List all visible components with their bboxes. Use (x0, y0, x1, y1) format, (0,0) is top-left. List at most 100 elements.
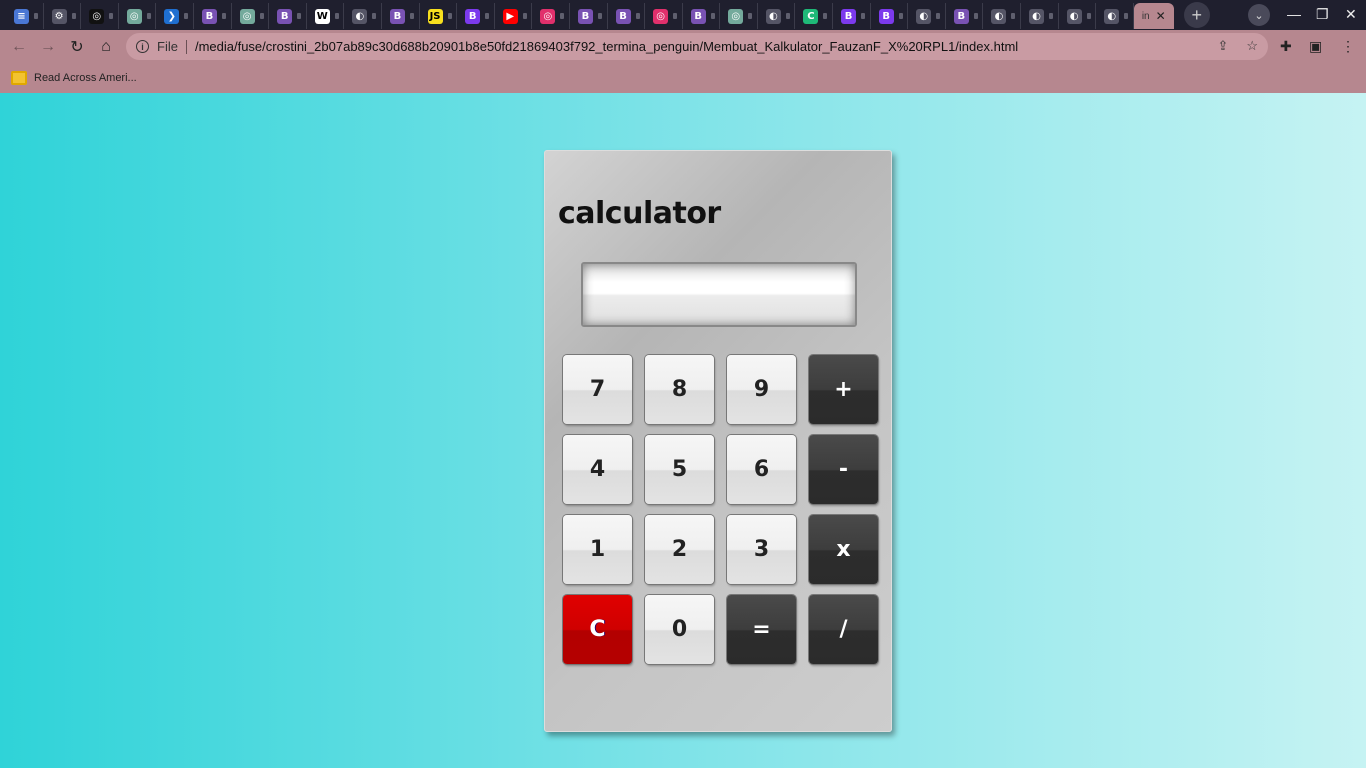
browser-tab[interactable]: ◐ (1059, 3, 1097, 29)
tab-title-fragment (1011, 13, 1016, 19)
browser-tab[interactable]: ◎ (720, 3, 758, 29)
key-3[interactable]: 3 (727, 515, 796, 584)
browser-tab[interactable]: ◐ (908, 3, 946, 29)
browser-tab[interactable]: B (457, 3, 495, 29)
browser-tab[interactable]: W (307, 3, 345, 29)
tab-title-fragment (1124, 13, 1129, 19)
tab-title-fragment (1049, 13, 1054, 19)
key-divide[interactable]: / (809, 595, 878, 664)
key-minus[interactable]: - (809, 435, 878, 504)
bookmark-item[interactable]: Read Across Ameri... (11, 71, 137, 85)
active-tab[interactable]: in ✕ (1133, 3, 1174, 29)
close-window-icon[interactable]: ✕ (1345, 6, 1357, 23)
restore-icon[interactable]: ❐ (1316, 6, 1329, 23)
back-button[interactable]: ← (5, 33, 33, 61)
browser-tab[interactable]: ◎ (232, 3, 270, 29)
browser-tab[interactable]: ❯ (156, 3, 194, 29)
browser-tab[interactable]: ◐ (1021, 3, 1059, 29)
browser-tab[interactable]: B (683, 3, 721, 29)
browser-tab[interactable]: B (871, 3, 909, 29)
browser-tab[interactable]: ◎ (119, 3, 157, 29)
browser-tab[interactable]: ◎ (81, 3, 119, 29)
bootstrap-icon: B (277, 8, 293, 24)
bootstrap-icon: B (841, 8, 857, 24)
browser-tab[interactable]: ◐ (758, 3, 796, 29)
key-4[interactable]: 4 (563, 435, 632, 504)
tab-title-fragment (673, 13, 678, 19)
bookmark-label: Read Across Ameri... (34, 72, 137, 84)
tab-title-fragment (1086, 13, 1091, 19)
key-9[interactable]: 9 (727, 355, 796, 424)
globe-icon: ◐ (991, 8, 1007, 24)
page-content: calculator 7 8 9 +4 5 6- 1 2 3 x C 0 = / (0, 93, 1366, 768)
new-tab-button[interactable]: + (1183, 2, 1210, 28)
browser-toolbar: ← → ↻ ⌂ i File /media/fuse/crostini_2b07… (0, 30, 1366, 63)
tab-title-fragment (409, 13, 414, 19)
javascript-icon: JS (427, 8, 443, 24)
tab-title-fragment (522, 13, 527, 19)
key-5[interactable]: 5 (645, 435, 714, 504)
side-panel-icon[interactable]: ▣ (1309, 38, 1322, 55)
browser-tab[interactable]: B (269, 3, 307, 29)
browser-tab[interactable]: B (570, 3, 608, 29)
bootstrap-icon: B (577, 8, 593, 24)
browser-tab[interactable]: C (795, 3, 834, 29)
browser-tab[interactable]: ◐ (1096, 3, 1134, 29)
minimize-icon[interactable]: — (1287, 6, 1301, 22)
key-6[interactable]: 6 (727, 435, 796, 504)
browser-tab[interactable]: ◐ (344, 3, 382, 29)
tab-title-fragment (785, 13, 790, 19)
bootstrap-icon: B (878, 8, 894, 24)
key-2[interactable]: 2 (645, 515, 714, 584)
forward-button[interactable]: → (34, 33, 62, 61)
bootstrap-icon: B (201, 8, 217, 24)
menu-icon[interactable]: ⋮ (1341, 38, 1355, 55)
key-clear[interactable]: C (563, 595, 632, 664)
home-button[interactable]: ⌂ (92, 33, 120, 61)
bootstrap-icon: B (465, 8, 481, 24)
browser-tab[interactable]: B (833, 3, 871, 29)
browser-tab[interactable]: ◎ (532, 3, 570, 29)
browser-tab[interactable]: B (194, 3, 232, 29)
browser-tab[interactable]: ≡ (6, 3, 44, 29)
tab-title-fragment (259, 13, 264, 19)
browser-tab[interactable]: ◐ (983, 3, 1022, 29)
tab-title-fragment (447, 13, 452, 19)
tab-title-fragment (710, 13, 715, 19)
address-bar[interactable]: i File /media/fuse/crostini_2b07ab89c30d… (126, 33, 1268, 60)
key-1[interactable]: 1 (563, 515, 632, 584)
instagram-icon: ◎ (653, 8, 669, 24)
tab-list: ≡ ⚙ ◎ ◎ ❯ B ◎ B W ◐ B JS B ▶ ◎ B B ◎ B ◎ ◐ C B B ◐ B ◐ ◐ ◐ ◐ (0, 1, 1134, 29)
key-equals[interactable]: = (727, 595, 796, 664)
browser-tab[interactable]: B (946, 3, 984, 29)
browser-tab[interactable]: ◎ (645, 3, 683, 29)
browser-tab[interactable]: B (382, 3, 420, 29)
slides-icon (11, 71, 27, 85)
tab-title-fragment (334, 13, 339, 19)
site-info-icon[interactable]: i (136, 40, 149, 53)
browser-tab[interactable]: ⚙ (44, 3, 82, 29)
key-8[interactable]: 8 (645, 355, 714, 424)
tab-title-fragment (823, 13, 828, 19)
tab-title-fragment (973, 13, 978, 19)
active-tab-title: in (1141, 10, 1150, 22)
calculator-display[interactable] (581, 262, 857, 327)
url-text[interactable]: /media/fuse/crostini_2b07ab89c30d688b209… (195, 39, 1018, 54)
browser-tab[interactable]: ▶ (495, 3, 533, 29)
tab-title-fragment (936, 13, 941, 19)
key-plus[interactable]: + (809, 355, 878, 424)
key-multiply[interactable]: x (809, 515, 878, 584)
reload-button[interactable]: ↻ (63, 33, 91, 61)
chatgpt-icon: ◎ (126, 8, 142, 24)
chatgpt-icon: ◎ (89, 8, 105, 24)
browser-tab[interactable]: B (608, 3, 646, 29)
browser-tab[interactable]: JS (420, 3, 458, 29)
extensions-icon[interactable]: ✚ (1280, 38, 1292, 55)
tab-search-button[interactable]: ⌄ (1248, 4, 1270, 26)
bookmark-star-icon[interactable]: ☆ (1246, 38, 1258, 54)
key-7[interactable]: 7 (563, 355, 632, 424)
close-tab-icon[interactable]: ✕ (1156, 9, 1166, 23)
tab-title-fragment (597, 13, 602, 19)
share-icon[interactable]: ⇪ (1217, 38, 1228, 54)
key-0[interactable]: 0 (645, 595, 714, 664)
